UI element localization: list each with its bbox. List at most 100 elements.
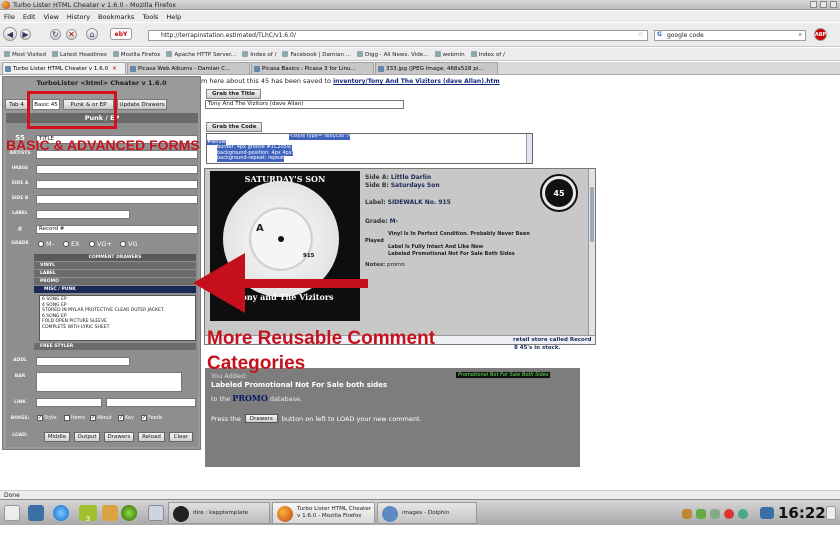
network-icon[interactable] <box>53 505 69 521</box>
search-icon[interactable]: ⌕ <box>799 31 802 39</box>
code-scrollbar[interactable] <box>526 134 532 163</box>
bookmark-item[interactable]: Digg - All News, Vide... <box>357 51 429 58</box>
press-instruction: Press the Drawers button on left to LOAD y… <box>211 414 422 423</box>
show-desktop-icon[interactable] <box>4 505 20 521</box>
checkbox-about[interactable]: ✓ About <box>90 415 112 421</box>
tray-icon[interactable] <box>682 509 692 519</box>
menu-edit[interactable]: Edit <box>23 13 36 21</box>
inventory-link[interactable]: inventory/Tony And The Vizitors (dave Al… <box>333 78 500 85</box>
menu-history[interactable]: History <box>67 13 90 21</box>
sidebar-title: TurboLister <html> Cheater v 1.6.0 <box>36 79 167 87</box>
maximize-button[interactable] <box>820 1 827 8</box>
bookmark-item[interactable]: Mozilla Firefox <box>113 51 161 58</box>
file-manager-icon[interactable] <box>148 505 164 521</box>
alert-drawers-button[interactable]: Drawers <box>244 414 278 423</box>
grade-radio-m[interactable]: M- <box>38 240 54 248</box>
menu-icon[interactable] <box>826 506 836 520</box>
back-button[interactable]: ◀ <box>3 27 17 41</box>
comment-list[interactable]: 6 SONG EP 4 SONG EP STORED IN MYLAR PROT… <box>39 295 196 341</box>
tray-icon[interactable] <box>724 509 734 519</box>
star-icon[interactable]: ☆ <box>638 31 643 38</box>
browser-tab[interactable]: Picasa Basics : Picasa 3 for Linu... <box>251 62 374 74</box>
clear-button[interactable]: Clear <box>169 432 193 442</box>
menu-tools[interactable]: Tools <box>142 13 158 21</box>
menu-view[interactable]: View <box>43 13 58 21</box>
url-bar[interactable]: http://terrapinstation.estimated/TLhC/v1… <box>148 30 648 41</box>
checkbox-label: Items <box>71 415 85 421</box>
checkbox-feeds[interactable]: ✓ Feeds <box>141 415 163 421</box>
comment-option[interactable]: COMPLETE WITH LYRIC SHEET <box>42 325 193 331</box>
tab-update-drawers[interactable]: Update Drawers <box>117 99 167 110</box>
browser-tab[interactable]: Picasa Web Albums - Damian C... <box>127 62 250 74</box>
label-field[interactable] <box>36 210 130 219</box>
link-field-1[interactable] <box>36 398 102 407</box>
menu-bookmarks[interactable]: Bookmarks <box>98 13 134 21</box>
pager-icon[interactable]: 3 <box>79 505 97 523</box>
browser-tab[interactable]: 333.jpg (JPEG Image, 468x528 pi... <box>375 62 498 74</box>
tray-icon[interactable] <box>738 509 748 519</box>
bookmark-item[interactable]: webmin <box>435 51 465 58</box>
app-launcher-icon[interactable] <box>121 505 137 521</box>
drawers-button[interactable]: Drawers <box>104 432 134 442</box>
adblock-icon[interactable]: ABP <box>814 28 827 41</box>
browser-tab[interactable]: Turbo Lister HTML Cheater v 1.6.0 ✕ <box>2 62 126 74</box>
search-bar[interactable]: G google code ⌕ <box>654 30 806 41</box>
record-number-field[interactable]: Record # <box>36 225 198 234</box>
close-window-button[interactable] <box>830 1 837 8</box>
close-tab-icon[interactable]: ✕ <box>112 66 117 72</box>
url-text: http://terrapinstation.estimated/TLhC/v1… <box>161 32 296 39</box>
drawer-label[interactable]: LABEL <box>34 270 196 277</box>
task-dolphin[interactable]: images - Dolphin <box>377 502 477 524</box>
tray-icon[interactable] <box>696 509 706 519</box>
desktop-icon[interactable] <box>28 505 44 521</box>
menu-help[interactable]: Help <box>166 13 181 21</box>
grade-radio-vg-plus[interactable]: VG+ <box>89 240 112 248</box>
bookmark-item[interactable]: Index of / <box>471 51 505 58</box>
home-icon[interactable]: ⌂ <box>86 28 98 40</box>
preview-scrollbar[interactable] <box>588 169 595 344</box>
code-output[interactable]: <style type="text/css"> #whole border: 4… <box>206 133 533 164</box>
title-output-field[interactable]: Tony And The Vizitors (dave Allan) <box>205 100 404 109</box>
drawer-promo[interactable]: PROMO <box>34 278 196 285</box>
side-b-field[interactable] <box>36 195 198 204</box>
image-field[interactable] <box>36 165 198 174</box>
link-field-2[interactable] <box>106 398 196 407</box>
minimize-button[interactable] <box>810 1 817 8</box>
reload-button[interactable]: Reload <box>138 432 165 442</box>
menu-file[interactable]: File <box>4 13 15 21</box>
bar-field[interactable] <box>36 372 182 392</box>
folder-icon[interactable] <box>102 505 118 521</box>
scroll-thumb[interactable] <box>590 187 594 242</box>
drawer-free-styler[interactable]: FREE STYLER <box>34 343 196 350</box>
bookmark-item[interactable]: Apache HTTP Server... <box>166 51 236 58</box>
checkbox-items[interactable]: Items <box>64 415 85 421</box>
grade-radio-ex[interactable]: EX <box>63 240 80 248</box>
bookmark-item[interactable]: Most Visited <box>4 51 46 58</box>
screen-icon[interactable] <box>760 507 774 519</box>
side-a-field[interactable] <box>36 180 198 189</box>
forward-button[interactable]: ▶ <box>20 29 31 40</box>
pager-number: 3 <box>85 515 91 523</box>
task-terminal[interactable]: dire : kapptemplate <box>168 502 270 524</box>
drawer-vinyl[interactable]: VINYL <box>34 262 196 269</box>
checkbox-key[interactable]: ✓ Key <box>118 415 134 421</box>
drawer-misc-punk[interactable]: MISC / PUNK <box>34 286 196 293</box>
middle-button[interactable]: Middle <box>44 432 70 442</box>
bookmark-item[interactable]: Facebook | Damian ... <box>282 51 351 58</box>
task-firefox[interactable]: Turbo Lister HTML Cheater v 1.6.0 - Mozi… <box>272 502 375 524</box>
spindle-hole <box>278 236 284 242</box>
stop-icon[interactable]: ✕ <box>66 29 77 40</box>
reload-icon[interactable]: ↻ <box>50 29 61 40</box>
bookmark-item[interactable]: Index of / <box>242 51 276 58</box>
grab-title-button[interactable]: Grab the Title <box>206 89 261 99</box>
tray-icon[interactable] <box>710 509 720 519</box>
grade-radio-vg[interactable]: VG <box>120 240 137 248</box>
grab-code-button[interactable]: Grab the Code <box>206 122 263 132</box>
tab-4[interactable]: Tab 4 <box>5 99 28 110</box>
ebay-icon[interactable]: ebY <box>110 28 132 40</box>
firefox-icon <box>2 1 10 9</box>
checkbox-style[interactable]: ✓ Style <box>37 415 57 421</box>
output-button[interactable]: Output <box>74 432 100 442</box>
bookmark-item[interactable]: Latest Headlines <box>52 51 107 58</box>
addl-field[interactable] <box>36 357 130 366</box>
